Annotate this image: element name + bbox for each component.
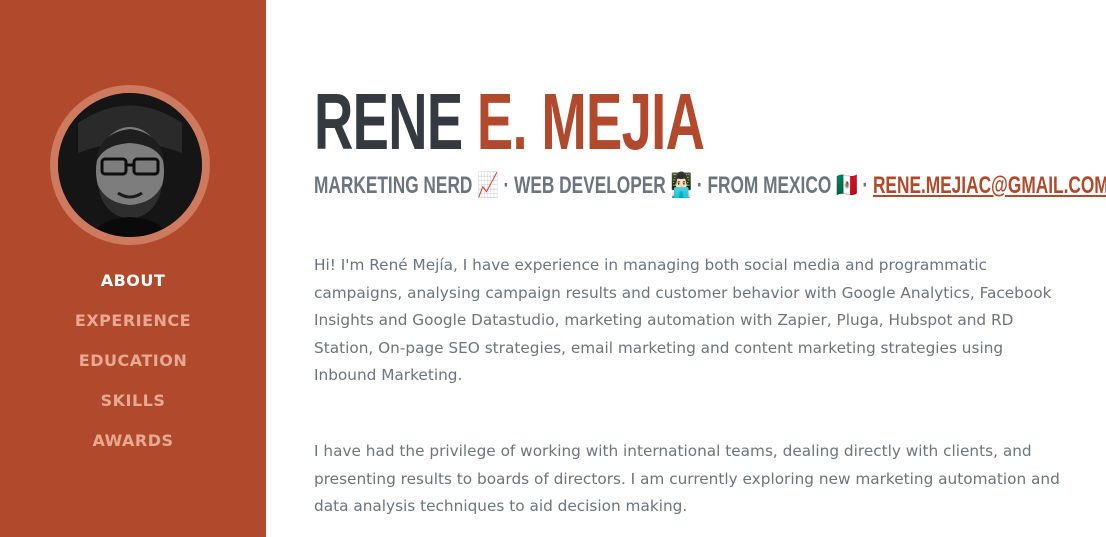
last-name: E. MEJIA [476,77,705,166]
about-paragraph-1: Hi! I'm René Mejía, I have experience in… [314,256,1052,384]
nav-link-education[interactable]: EDUCATION [79,351,187,370]
nav-item-skills: SKILLS [0,388,266,428]
nav-link-awards[interactable]: AWARDS [92,431,173,450]
email-link[interactable]: RENE.MEJIAC@GMAIL.COM [873,172,1106,199]
profile-photo [58,93,202,237]
nav-item-education: EDUCATION [0,348,266,388]
avatar-ring [50,85,210,245]
nav-item-about: ABOUT [0,268,266,308]
nav-item-experience: EXPERIENCE [0,308,266,348]
nav-link-experience[interactable]: EXPERIENCE [75,311,191,330]
sidebar-nav: ABOUT EXPERIENCE EDUCATION SKILLS AWARDS [0,268,266,468]
avatar [58,93,202,237]
first-name: RENE [314,77,463,166]
sidebar: ABOUT EXPERIENCE EDUCATION SKILLS AWARDS [0,0,266,537]
subheading-text: MARKETING NERD 📈 · WEB DEVELOPER 👨🏻‍💻 · … [314,172,873,199]
about-paragraph-2: I have had the privilege of working with… [314,442,1060,515]
nav-item-awards: AWARDS [0,428,266,468]
subheading: MARKETING NERD 📈 · WEB DEVELOPER 👨🏻‍💻 · … [314,173,1106,199]
page-title: RENE E. MEJIA [314,82,705,162]
nav-link-skills[interactable]: SKILLS [101,391,166,410]
nav-link-about[interactable]: ABOUT [101,271,166,290]
